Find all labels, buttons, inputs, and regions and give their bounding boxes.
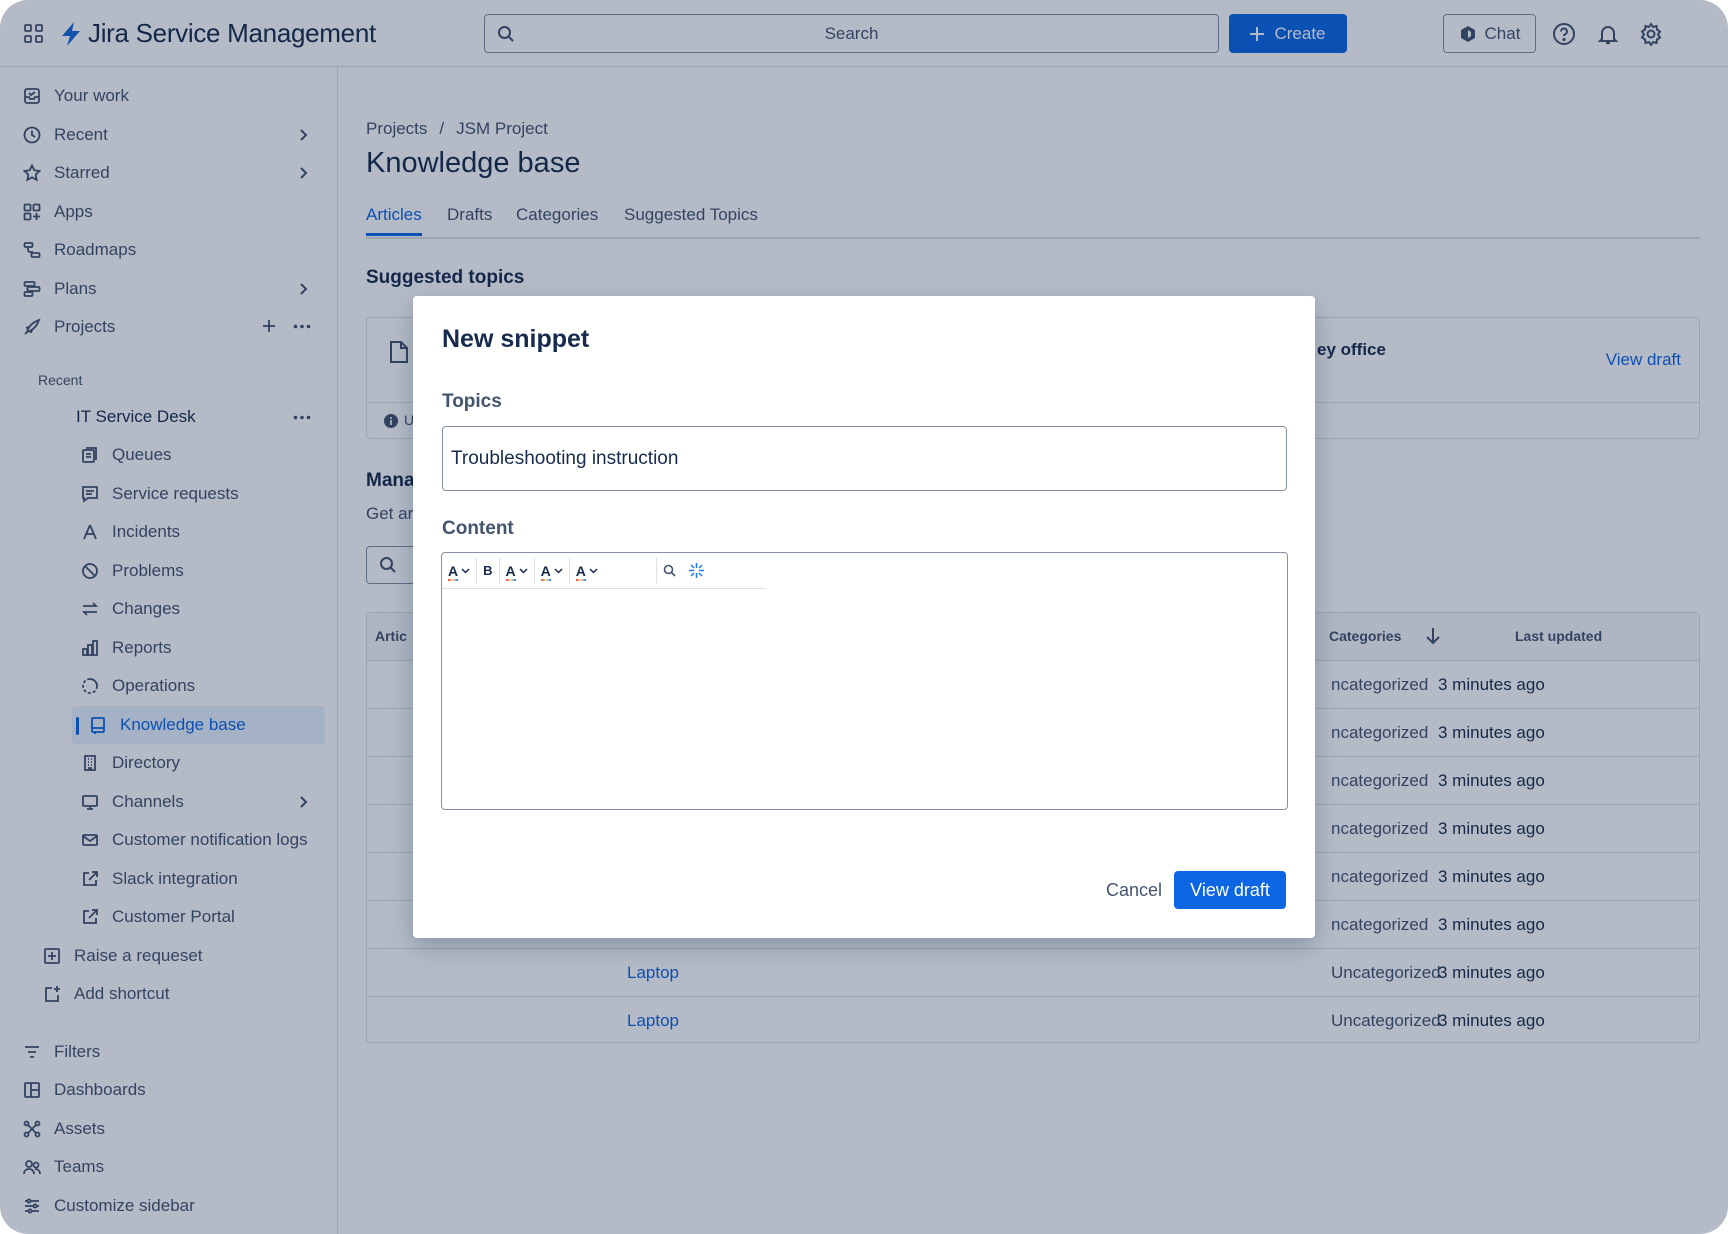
- new-snippet-dialog: New snippet Topics Content A B A: [413, 296, 1315, 938]
- find-button[interactable]: [657, 557, 682, 585]
- text-style-icon: A: [448, 562, 459, 581]
- ai-assist-button[interactable]: [682, 557, 711, 585]
- text-color-icon: A: [505, 562, 516, 581]
- content-editor[interactable]: A B A A A: [441, 552, 1288, 810]
- sparkle-icon: [688, 563, 704, 578]
- text-style-dropdown[interactable]: A: [442, 557, 476, 585]
- dialog-title: New snippet: [442, 325, 590, 353]
- topics-input[interactable]: [442, 426, 1287, 491]
- view-draft-button[interactable]: View draft: [1174, 871, 1286, 909]
- topics-label: Topics: [442, 391, 502, 412]
- font-dropdown[interactable]: A: [570, 557, 656, 585]
- bold-button[interactable]: B: [477, 557, 498, 585]
- chevron-down-icon: [554, 567, 563, 574]
- text-color-dropdown[interactable]: A: [500, 557, 534, 585]
- chevron-down-icon: [589, 567, 598, 574]
- chevron-down-icon: [461, 567, 470, 574]
- content-label: Content: [442, 518, 514, 539]
- bold-icon: B: [483, 563, 493, 578]
- editor-toolbar: A B A A A: [442, 553, 766, 589]
- cancel-button[interactable]: Cancel: [1085, 871, 1183, 909]
- search-icon: [663, 564, 676, 577]
- chevron-down-icon: [519, 567, 528, 574]
- app-window: Jira Service Management Search Create Ch…: [0, 0, 1728, 1234]
- font-icon: A: [575, 562, 587, 581]
- highlight-dropdown[interactable]: A: [535, 557, 569, 585]
- highlight-icon: A: [540, 562, 551, 581]
